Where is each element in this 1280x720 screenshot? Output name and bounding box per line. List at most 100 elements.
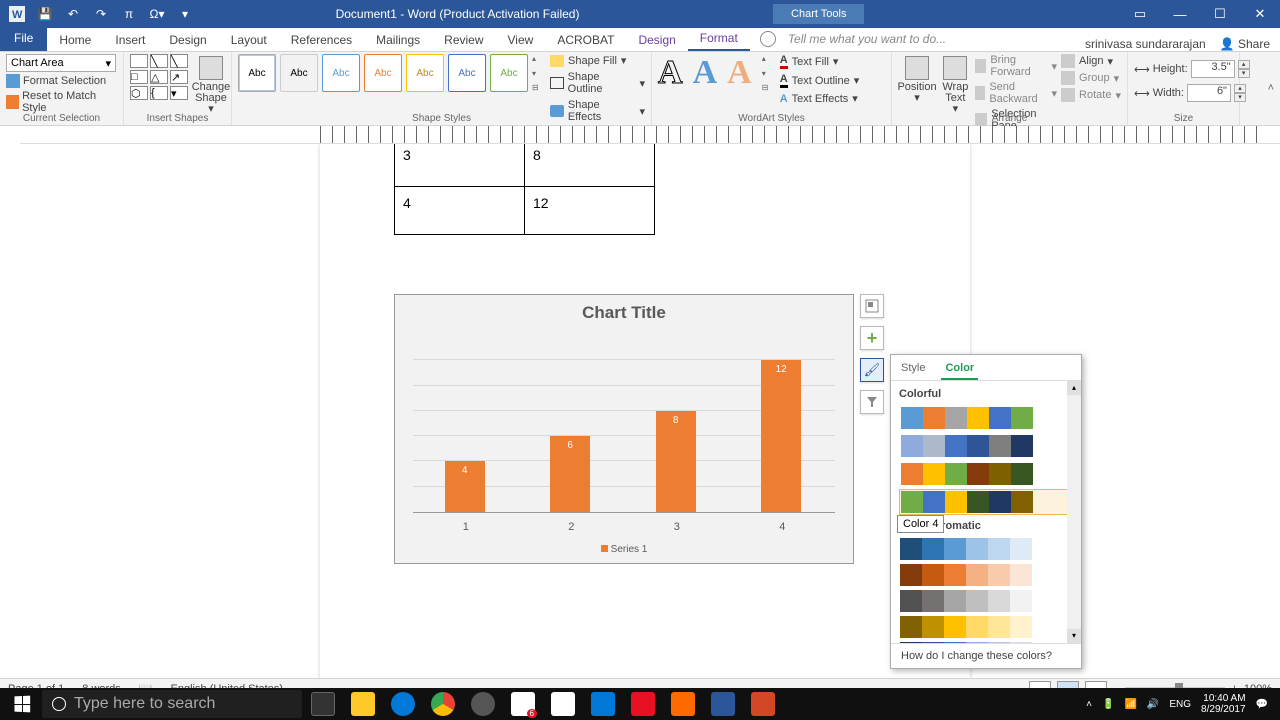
shape-gallery[interactable]: ╲╲ □△↗ ⬡{▾ <box>130 54 188 100</box>
color-scheme-option[interactable] <box>899 615 1079 639</box>
undo-icon[interactable]: ↶ <box>60 2 86 26</box>
color-scheme-option[interactable] <box>899 461 1079 487</box>
text-outline-button[interactable]: A Text Outline ▾ <box>780 73 860 88</box>
people-icon[interactable] <box>584 688 622 720</box>
chart-title[interactable]: Chart Title <box>395 295 853 327</box>
width-spinner[interactable]: ▴▾ <box>1234 84 1246 102</box>
color-scheme-option[interactable] <box>899 589 1079 613</box>
close-icon[interactable]: ✕ <box>1240 0 1280 28</box>
tab-home[interactable]: Home <box>47 29 103 51</box>
panel-tab-color[interactable]: Color <box>941 358 978 380</box>
color-scheme-option[interactable] <box>899 405 1079 431</box>
powerpoint-icon[interactable] <box>744 688 782 720</box>
start-button[interactable] <box>4 688 40 720</box>
tab-view[interactable]: View <box>496 29 546 51</box>
tab-chart-format[interactable]: Format <box>688 27 750 51</box>
chart-bar[interactable]: 12 <box>761 360 801 512</box>
chart-filters-icon[interactable] <box>860 390 884 414</box>
file-explorer-icon[interactable] <box>344 688 382 720</box>
movies-icon[interactable] <box>624 688 662 720</box>
shape-style-gallery[interactable]: Abc Abc Abc Abc Abc Abc Abc ▴▾⊟ <box>238 54 546 92</box>
wrap-text-button[interactable]: Wrap Text▾ <box>940 54 971 117</box>
reset-style-button[interactable]: Reset to Match Style <box>6 90 117 114</box>
width-input[interactable]: 6" <box>1187 84 1231 102</box>
word-icon[interactable]: W <box>4 2 30 26</box>
edge-icon[interactable] <box>384 688 422 720</box>
chart-elements-icon[interactable]: + <box>860 326 884 350</box>
shape-fill-button[interactable]: Shape Fill ▾ <box>550 54 645 67</box>
qat-more-icon[interactable]: ▾ <box>172 2 198 26</box>
panel-tab-style[interactable]: Style <box>897 358 929 380</box>
tab-design[interactable]: Design <box>157 29 218 51</box>
share-button[interactable]: 👤 Share <box>1220 37 1270 51</box>
task-view-icon[interactable] <box>304 688 342 720</box>
chart-bar[interactable]: 8 <box>656 411 696 512</box>
redo-icon[interactable]: ↷ <box>88 2 114 26</box>
wordart-gallery[interactable]: A A A ▴▾⊟ <box>658 54 776 92</box>
color-scheme-option[interactable] <box>899 489 1079 515</box>
tab-references[interactable]: References <box>279 29 364 51</box>
change-shape-icon <box>199 56 223 80</box>
color-scheme-option[interactable] <box>899 537 1079 561</box>
word-taskbar-icon[interactable] <box>704 688 742 720</box>
wifi-icon[interactable]: 📶 <box>1124 699 1136 710</box>
format-selection-button[interactable]: Format Selection <box>6 74 117 88</box>
collapse-ribbon-icon[interactable]: ˄ <box>1268 82 1274 94</box>
chart-plot-area[interactable]: 4 68 12 <box>413 335 835 513</box>
taskbar-search[interactable]: Type here to search <box>42 690 302 718</box>
chart-object[interactable]: Chart Title 46812 1234 Series 1 <box>394 294 854 564</box>
change-shape-button[interactable]: Change Shape▾ <box>192 54 230 117</box>
chart-styles-icon[interactable]: 🖌 <box>860 358 884 382</box>
chrome-icon[interactable] <box>424 688 462 720</box>
change-colors-link[interactable]: How do I change these colors? <box>891 643 1081 668</box>
tab-chart-design[interactable]: Design <box>626 29 687 51</box>
maximize-icon[interactable]: ☐ <box>1200 0 1240 28</box>
color-scheme-option[interactable] <box>899 433 1079 459</box>
reset-icon <box>6 95 19 109</box>
chart-legend[interactable]: Series 1 <box>395 544 853 555</box>
tab-mailings[interactable]: Mailings <box>364 29 432 51</box>
app-icon[interactable] <box>464 688 502 720</box>
app-icon[interactable] <box>664 688 702 720</box>
ribbon: Chart Area▾ Format Selection Reset to Ma… <box>0 52 1280 126</box>
tab-acrobat[interactable]: ACROBAT <box>545 29 626 51</box>
text-effects-button[interactable]: A Text Effects ▾ <box>780 92 860 105</box>
color-scheme-option[interactable] <box>899 641 1079 643</box>
tab-layout[interactable]: Layout <box>219 29 279 51</box>
chart-element-combo[interactable]: Chart Area▾ <box>6 54 116 72</box>
tab-insert[interactable]: Insert <box>103 29 157 51</box>
mail-icon[interactable]: 6 <box>504 688 542 720</box>
align-button[interactable]: Align ▾ <box>1061 54 1121 68</box>
tab-review[interactable]: Review <box>432 29 495 51</box>
save-icon[interactable]: 💾 <box>32 2 58 26</box>
panel-scrollbar[interactable]: ▴ ▾ <box>1067 381 1081 643</box>
tray-chevron-icon[interactable]: ˄ <box>1086 699 1092 710</box>
chart-bar[interactable]: 4 <box>445 461 485 512</box>
position-button[interactable]: Position▾ <box>898 54 936 106</box>
language-tray[interactable]: ENG <box>1169 699 1191 710</box>
qat-item-icon[interactable]: π <box>116 2 142 26</box>
tell-me-box[interactable]: Tell me what you want to do... <box>750 27 1075 51</box>
color-scheme-option[interactable] <box>899 563 1079 587</box>
height-input[interactable]: 3.5" <box>1191 60 1235 78</box>
height-row: ⟷Height: 3.5" ▴▾ <box>1134 60 1250 78</box>
color-tooltip: Color 4 <box>897 515 944 533</box>
color-panel-body: Colorful Monochromatic Color 4 ▴ ▾ <box>891 381 1081 643</box>
volume-icon[interactable]: 🔊 <box>1147 699 1159 710</box>
tab-file[interactable]: File <box>0 27 47 51</box>
qat-item-icon[interactable]: Ω▾ <box>144 2 170 26</box>
ribbon-options-icon[interactable]: ▭ <box>1120 0 1160 28</box>
shape-outline-button[interactable]: Shape Outline ▾ <box>550 71 645 95</box>
chart-bar[interactable]: 6 <box>550 436 590 512</box>
notifications-icon[interactable]: 💬 <box>1256 699 1268 710</box>
layout-options-icon[interactable] <box>860 294 884 318</box>
store-icon[interactable] <box>544 688 582 720</box>
data-table[interactable]: 38 412 <box>394 144 655 235</box>
horizontal-ruler[interactable] <box>20 126 1280 144</box>
battery-icon[interactable]: 🔋 <box>1102 699 1114 710</box>
clock[interactable]: 10:40 AM8/29/2017 <box>1201 693 1246 715</box>
minimize-icon[interactable]: — <box>1160 0 1200 28</box>
height-spinner[interactable]: ▴▾ <box>1238 60 1250 78</box>
ribbon-tabs: File Home Insert Design Layout Reference… <box>0 28 1280 52</box>
text-fill-button[interactable]: A Text Fill ▾ <box>780 54 860 69</box>
